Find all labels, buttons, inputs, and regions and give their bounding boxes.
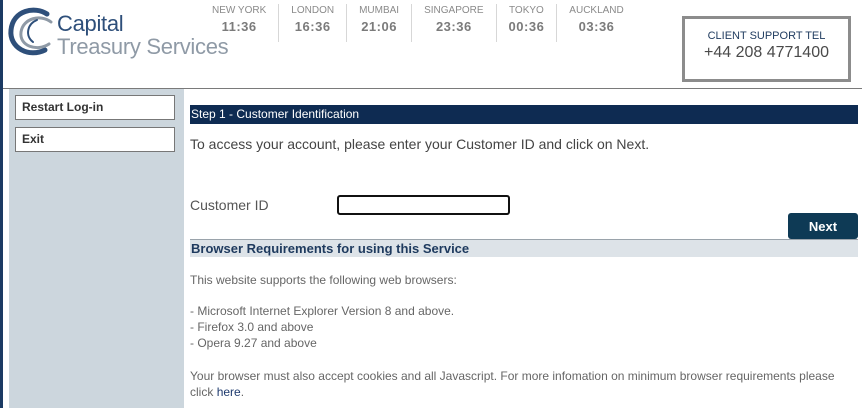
requirements-link[interactable]: here: [217, 385, 241, 399]
clock-city: LONDON: [291, 5, 335, 16]
clock-singapore: SINGAPORE 23:36: [411, 4, 495, 42]
sidebar: Restart Log-in Exit: [9, 89, 184, 408]
page-header: Capital Treasury Services NEW YORK 11:36…: [3, 0, 862, 88]
support-phone: +44 208 4771400: [703, 44, 829, 61]
exit-button[interactable]: Exit: [15, 127, 175, 152]
clock-time: 03:36: [578, 19, 615, 34]
clock-time: 16:36: [294, 19, 331, 34]
support-label: CLIENT SUPPORT TEL: [707, 30, 826, 42]
company-logo: Capital Treasury Services: [7, 6, 229, 62]
main-content: Step 1 - Customer Identification To acce…: [190, 89, 858, 408]
list-item: - Opera 9.27 and above: [190, 336, 317, 350]
clock-london: LONDON 16:36: [278, 4, 346, 42]
clock-mumbai: MUMBAI 21:06: [346, 4, 411, 42]
intro-text: To access your account, please enter you…: [190, 136, 650, 152]
clock-city: TOKYO: [509, 5, 544, 16]
note-text: Your browser must also accept cookies an…: [190, 369, 835, 399]
clock-city: NEW YORK: [212, 5, 267, 16]
requirements-intro: This website supports the following web …: [190, 273, 457, 287]
clock-new-york: NEW YORK 11:36: [200, 4, 278, 42]
requirements-heading: Browser Requirements for using this Serv…: [190, 240, 858, 257]
clock-auckland: AUCKLAND 03:36: [556, 4, 635, 42]
customer-id-label: Customer ID: [190, 197, 269, 213]
clock-time: 23:36: [435, 19, 472, 34]
step-title-bar: Step 1 - Customer Identification: [190, 105, 858, 124]
client-support-box: CLIENT SUPPORT TEL +44 208 4771400: [682, 16, 851, 82]
list-item: - Microsoft Internet Explorer Version 8 …: [190, 304, 455, 318]
next-button[interactable]: Next: [788, 213, 858, 239]
clock-tokyo: TOKYO 00:36: [495, 4, 557, 42]
logo-text-capital: Capital: [57, 11, 124, 36]
restart-login-button[interactable]: Restart Log-in: [15, 95, 175, 120]
customer-id-input[interactable]: [337, 195, 510, 215]
clock-time: 11:36: [221, 19, 257, 34]
list-item: - Firefox 3.0 and above: [190, 320, 314, 334]
world-clocks: NEW YORK 11:36 LONDON 16:36 MUMBAI 21:06…: [200, 4, 636, 42]
clock-city: MUMBAI: [359, 5, 400, 16]
browser-list: - Microsoft Internet Explorer Version 8 …: [190, 303, 454, 351]
clock-city: SINGAPORE: [424, 5, 484, 16]
browser-requirements-note: Your browser must also accept cookies an…: [190, 368, 850, 400]
clock-city: AUCKLAND: [569, 5, 624, 16]
clock-time: 00:36: [508, 19, 545, 34]
clock-time: 21:06: [361, 19, 397, 34]
note-end: .: [240, 385, 245, 399]
logo-swirl-icon: [8, 7, 53, 56]
